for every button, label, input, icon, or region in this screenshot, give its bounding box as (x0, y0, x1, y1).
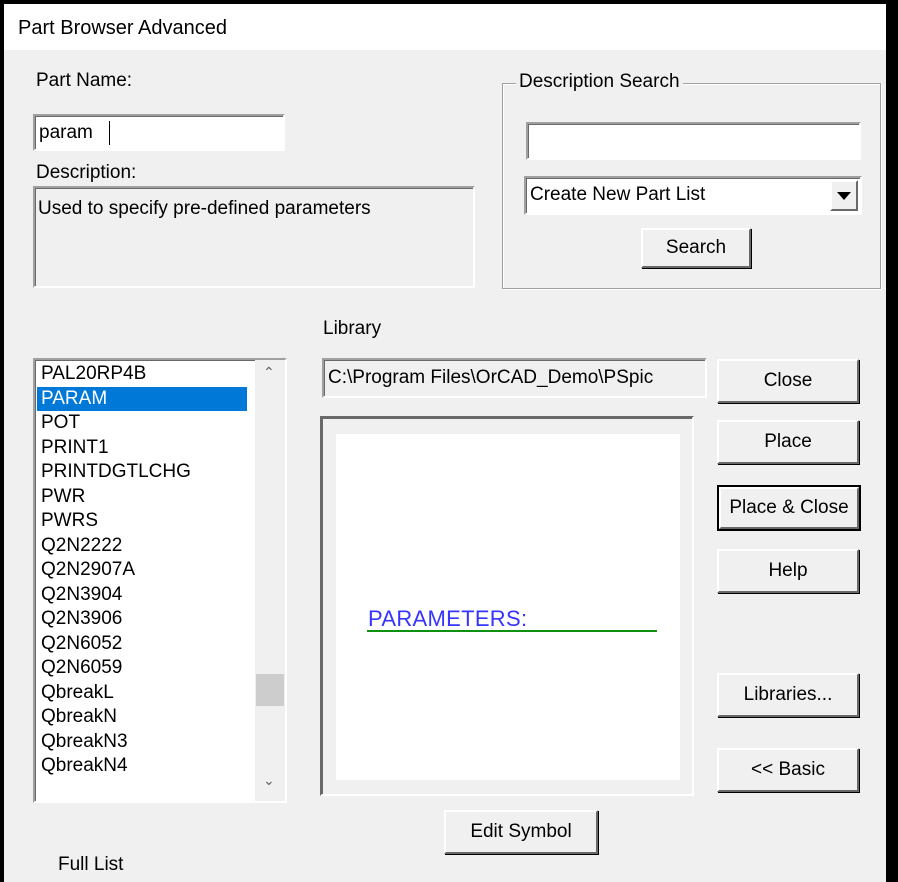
part-name-label: Part Name: (36, 70, 133, 91)
symbol-preview-frame: PARAMETERS: (320, 416, 694, 796)
parts-list-item[interactable]: PRINTDGTLCHG (37, 460, 247, 485)
parts-list-item[interactable]: QbreakN3 (37, 730, 247, 755)
parts-list-items: PAL20RP4B PARAM POT PRINT1 PRINTDGTLCHG PWR PW… (37, 362, 247, 779)
part-name-input[interactable]: param (33, 114, 285, 151)
parts-list-item[interactable]: Q2N6052 (37, 632, 247, 657)
parts-list-item[interactable]: PARAM (37, 386, 247, 411)
edit-symbol-button[interactable]: Edit Symbol (444, 810, 598, 854)
description-search-input[interactable] (526, 122, 861, 160)
libraries-button[interactable]: Libraries... (717, 673, 859, 717)
text-caret (109, 121, 110, 145)
parts-list-scrollbar[interactable]: ⌃ ⌄ (255, 360, 285, 801)
parts-list-item[interactable]: PWRS (37, 509, 247, 534)
window-title: Part Browser Advanced (18, 17, 227, 39)
parts-list-item[interactable]: Q2N2222 (37, 534, 247, 559)
parameters-symbol-underline (367, 630, 657, 632)
window-frame-left (0, 0, 4, 882)
part-list-mode-dropdown[interactable]: Create New Part List (524, 176, 862, 215)
window-frame-right (886, 0, 898, 882)
place-button[interactable]: Place (717, 420, 859, 464)
symbol-preview-canvas: PARAMETERS: (336, 434, 680, 780)
description-text: Used to specify pre-defined parameters (38, 198, 371, 219)
parts-list-item[interactable]: Q2N2907A (37, 558, 247, 583)
library-path-field: C:\Program Files\OrCAD_Demo\PSpic (322, 358, 707, 398)
description-label: Description: (36, 162, 137, 183)
full-list-label: Full List (58, 854, 124, 875)
parts-list-item[interactable]: QbreakN (37, 705, 247, 730)
title-bar[interactable]: Part Browser Advanced (4, 4, 886, 50)
basic-button[interactable]: << Basic (717, 748, 859, 792)
close-button[interactable]: Close (717, 359, 859, 403)
dropdown-arrow-icon[interactable] (830, 180, 858, 211)
parts-list-item[interactable]: Q2N3906 (37, 607, 247, 632)
parts-list-item[interactable]: Q2N3904 (37, 583, 247, 608)
parameters-symbol-text: PARAMETERS: (368, 606, 528, 631)
chevron-down-icon[interactable]: ⌄ (263, 772, 275, 789)
library-label: Library (323, 318, 382, 339)
help-button[interactable]: Help (717, 549, 859, 593)
part-name-value: param (39, 122, 93, 143)
parts-list-item[interactable]: PRINT1 (37, 436, 247, 461)
parts-list-item[interactable]: PAL20RP4B (37, 362, 247, 387)
parts-list-item[interactable]: QbreakL (37, 681, 247, 706)
description-search-title: Description Search (516, 71, 683, 93)
place-and-close-button[interactable]: Place & Close (717, 485, 861, 531)
parts-list-item[interactable]: PWR (37, 485, 247, 510)
description-box: Used to specify pre-defined parameters (33, 186, 475, 288)
parts-list-item[interactable]: POT (37, 411, 247, 436)
parts-list-item[interactable]: QbreakN4 (37, 754, 247, 779)
chevron-up-icon[interactable]: ⌃ (263, 364, 275, 381)
parts-listbox[interactable]: PAL20RP4B PARAM POT PRINT1 PRINTDGTLCHG PWR PW… (33, 358, 287, 803)
library-path-text: C:\Program Files\OrCAD_Demo\PSpic (328, 367, 654, 388)
scrollbar-thumb[interactable] (256, 674, 284, 706)
search-button[interactable]: Search (641, 228, 751, 268)
parts-list-item[interactable]: Q2N6059 (37, 656, 247, 681)
part-list-mode-value: Create New Part List (530, 184, 706, 205)
